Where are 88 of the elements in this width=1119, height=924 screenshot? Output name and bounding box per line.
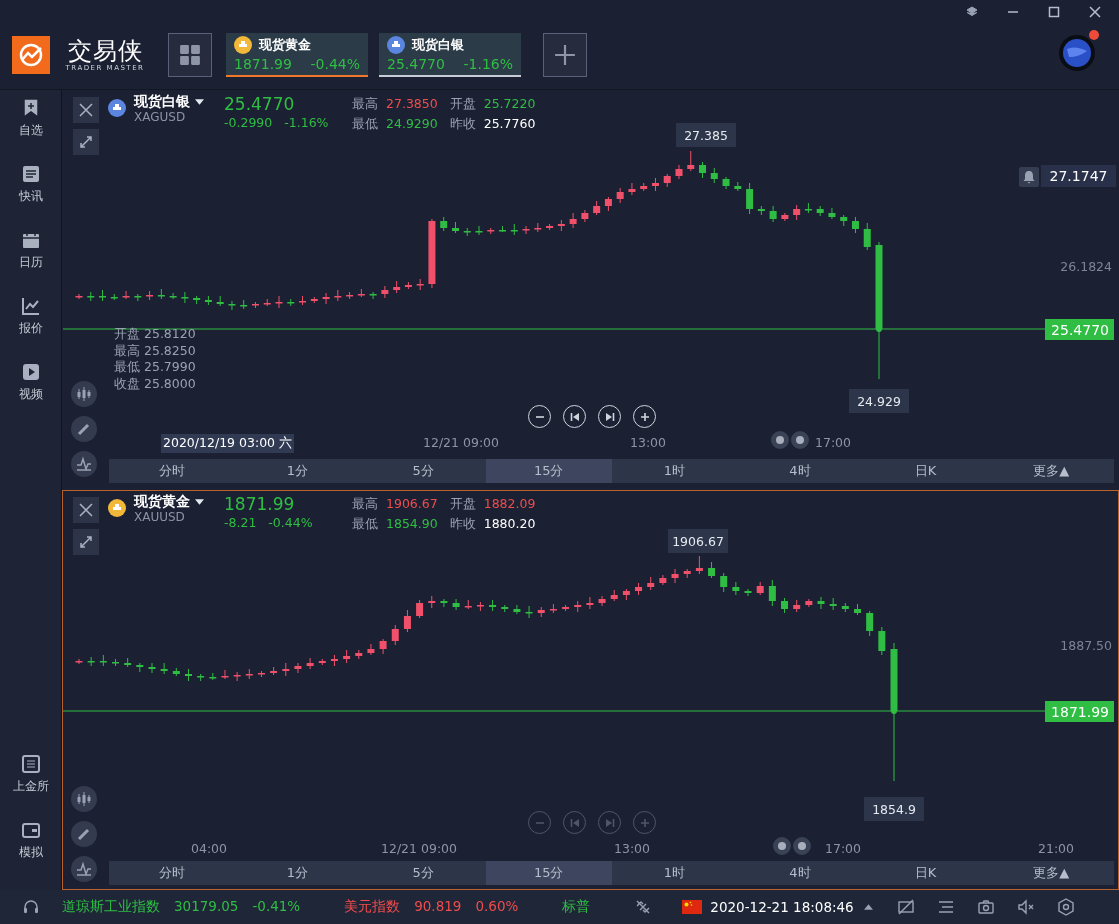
app-name: 交易侠 <box>67 38 143 64</box>
quote-price: 1871.99 <box>234 56 292 72</box>
stat-value: 24.9290 <box>386 116 438 133</box>
peak-label: 27.385 <box>676 123 736 147</box>
time-label: 2020/12/19 03:00 六 <box>161 434 294 453</box>
time-label: 21:00 <box>1037 840 1076 857</box>
quote-tab[interactable]: 现货黄金 1871.99 -0.44% <box>226 33 368 77</box>
current-price: 25.4770 <box>224 93 296 115</box>
sidebar-item[interactable]: 报价 <box>18 296 43 362</box>
period-tab[interactable]: 1时 <box>611 459 738 483</box>
sidebar-item[interactable]: 模拟 <box>18 820 43 886</box>
sidebar-item[interactable]: 快讯 <box>18 164 43 230</box>
stat-label: 最低 <box>352 516 378 533</box>
quote-name: 现货黄金 <box>259 36 311 54</box>
period-tab[interactable]: 分时 <box>109 861 235 885</box>
period-tab[interactable]: 1时 <box>611 861 738 885</box>
last-price-tag: 1871.99 <box>1045 701 1114 722</box>
time-label: 12/21 09:00 <box>422 434 501 451</box>
sidebar-item[interactable]: 日历 <box>18 230 43 296</box>
time-label: 12/21 09:00 <box>380 840 459 857</box>
stat-label: 最高 <box>352 496 378 513</box>
stat-value: 1880.20 <box>483 516 536 533</box>
period-tab[interactable]: 4时 <box>737 861 863 885</box>
axis-label: 1887.50 <box>1060 638 1112 653</box>
time-label: 17:00 <box>814 434 853 451</box>
ticker-name[interactable]: 标普 <box>562 898 591 916</box>
stat-value: 1906.67 <box>386 496 438 513</box>
last-price-tag: 25.4770 <box>1045 319 1114 340</box>
quote-tab[interactable]: 现货白银 25.4770 -1.16% <box>379 33 521 77</box>
ohlc-value: 开盘 25.8120 <box>114 326 196 343</box>
ticker-change: 0.60% <box>475 898 519 916</box>
time-label: 13:00 <box>613 840 652 857</box>
sidebar-item[interactable]: 视频 <box>18 362 43 428</box>
period-tab[interactable]: 日K <box>862 861 989 885</box>
stat-label: 昨收 <box>449 516 476 533</box>
peak-label: 1906.67 <box>668 529 728 553</box>
time-label: 13:00 <box>629 434 668 451</box>
low-label: 24.929 <box>849 389 909 413</box>
ohlc-value: 最高 25.8250 <box>114 342 196 359</box>
stat-label: 昨收 <box>449 116 476 133</box>
period-tab[interactable]: 更多▲ <box>988 861 1114 885</box>
alert-price: 27.1747 <box>1041 165 1116 187</box>
ohlc-value: 收盘 25.8000 <box>114 375 196 392</box>
ticker-value: 30179.05 <box>174 898 239 916</box>
price-change: -0.2990 <box>224 115 273 130</box>
period-tab[interactable]: 1分 <box>234 459 361 483</box>
low-label: 1854.9 <box>864 797 924 821</box>
stat-label: 开盘 <box>449 496 476 513</box>
stat-value: 25.7760 <box>483 116 536 133</box>
stat-value: 1854.90 <box>386 516 438 533</box>
sidebar-item[interactable]: 上金所 <box>12 754 49 820</box>
period-tab[interactable]: 5分 <box>360 459 486 483</box>
quote-change: -1.16% <box>463 56 513 72</box>
datetime: 2020-12-21 18:08:46 <box>710 899 854 915</box>
ohlc-value: 最低 25.7990 <box>114 359 196 376</box>
price-change: -8.21 <box>224 515 257 530</box>
stat-value: 25.7220 <box>483 96 536 113</box>
ticker-name[interactable]: 美元指数 <box>344 898 401 916</box>
period-tab[interactable]: 更多▲ <box>988 459 1114 483</box>
ticker-value: 90.819 <box>414 898 462 916</box>
ticker-name[interactable]: 道琼斯工业指数 <box>62 898 160 916</box>
axis-label: 26.1824 <box>1060 259 1112 274</box>
period-tab[interactable]: 4时 <box>737 459 863 483</box>
period-tab[interactable]: 分时 <box>109 459 235 483</box>
current-price: 1871.99 <box>224 493 296 515</box>
instrument-name[interactable]: 现货黄金 <box>134 493 190 511</box>
price-change-percent: -0.44% <box>268 515 313 530</box>
time-label: 04:00 <box>190 840 229 857</box>
instrument-symbol: XAGUSD <box>134 111 187 124</box>
time-label: 17:00 <box>824 840 863 857</box>
price-change-percent: -1.16% <box>284 115 329 130</box>
stat-label: 最高 <box>352 96 378 113</box>
period-tab[interactable]: 5分 <box>360 861 486 885</box>
stat-value: 27.3850 <box>386 96 438 113</box>
period-tab[interactable]: 1分 <box>234 861 361 885</box>
quote-price: 25.4770 <box>387 56 445 72</box>
ticker-change: -0.41% <box>252 898 301 916</box>
quote-name: 现货白银 <box>412 36 464 54</box>
stat-value: 1882.09 <box>483 496 536 513</box>
quote-change: -0.44% <box>310 56 360 72</box>
sidebar-item[interactable]: 自选 <box>18 98 43 164</box>
instrument-name[interactable]: 现货白银 <box>134 93 190 111</box>
period-tab[interactable]: 15分 <box>485 861 612 885</box>
period-tab[interactable]: 日K <box>862 459 989 483</box>
stat-label: 开盘 <box>449 96 476 113</box>
stat-label: 最低 <box>352 116 378 133</box>
instrument-symbol: XAUUSD <box>134 511 186 524</box>
period-tab[interactable]: 15分 <box>485 459 612 483</box>
